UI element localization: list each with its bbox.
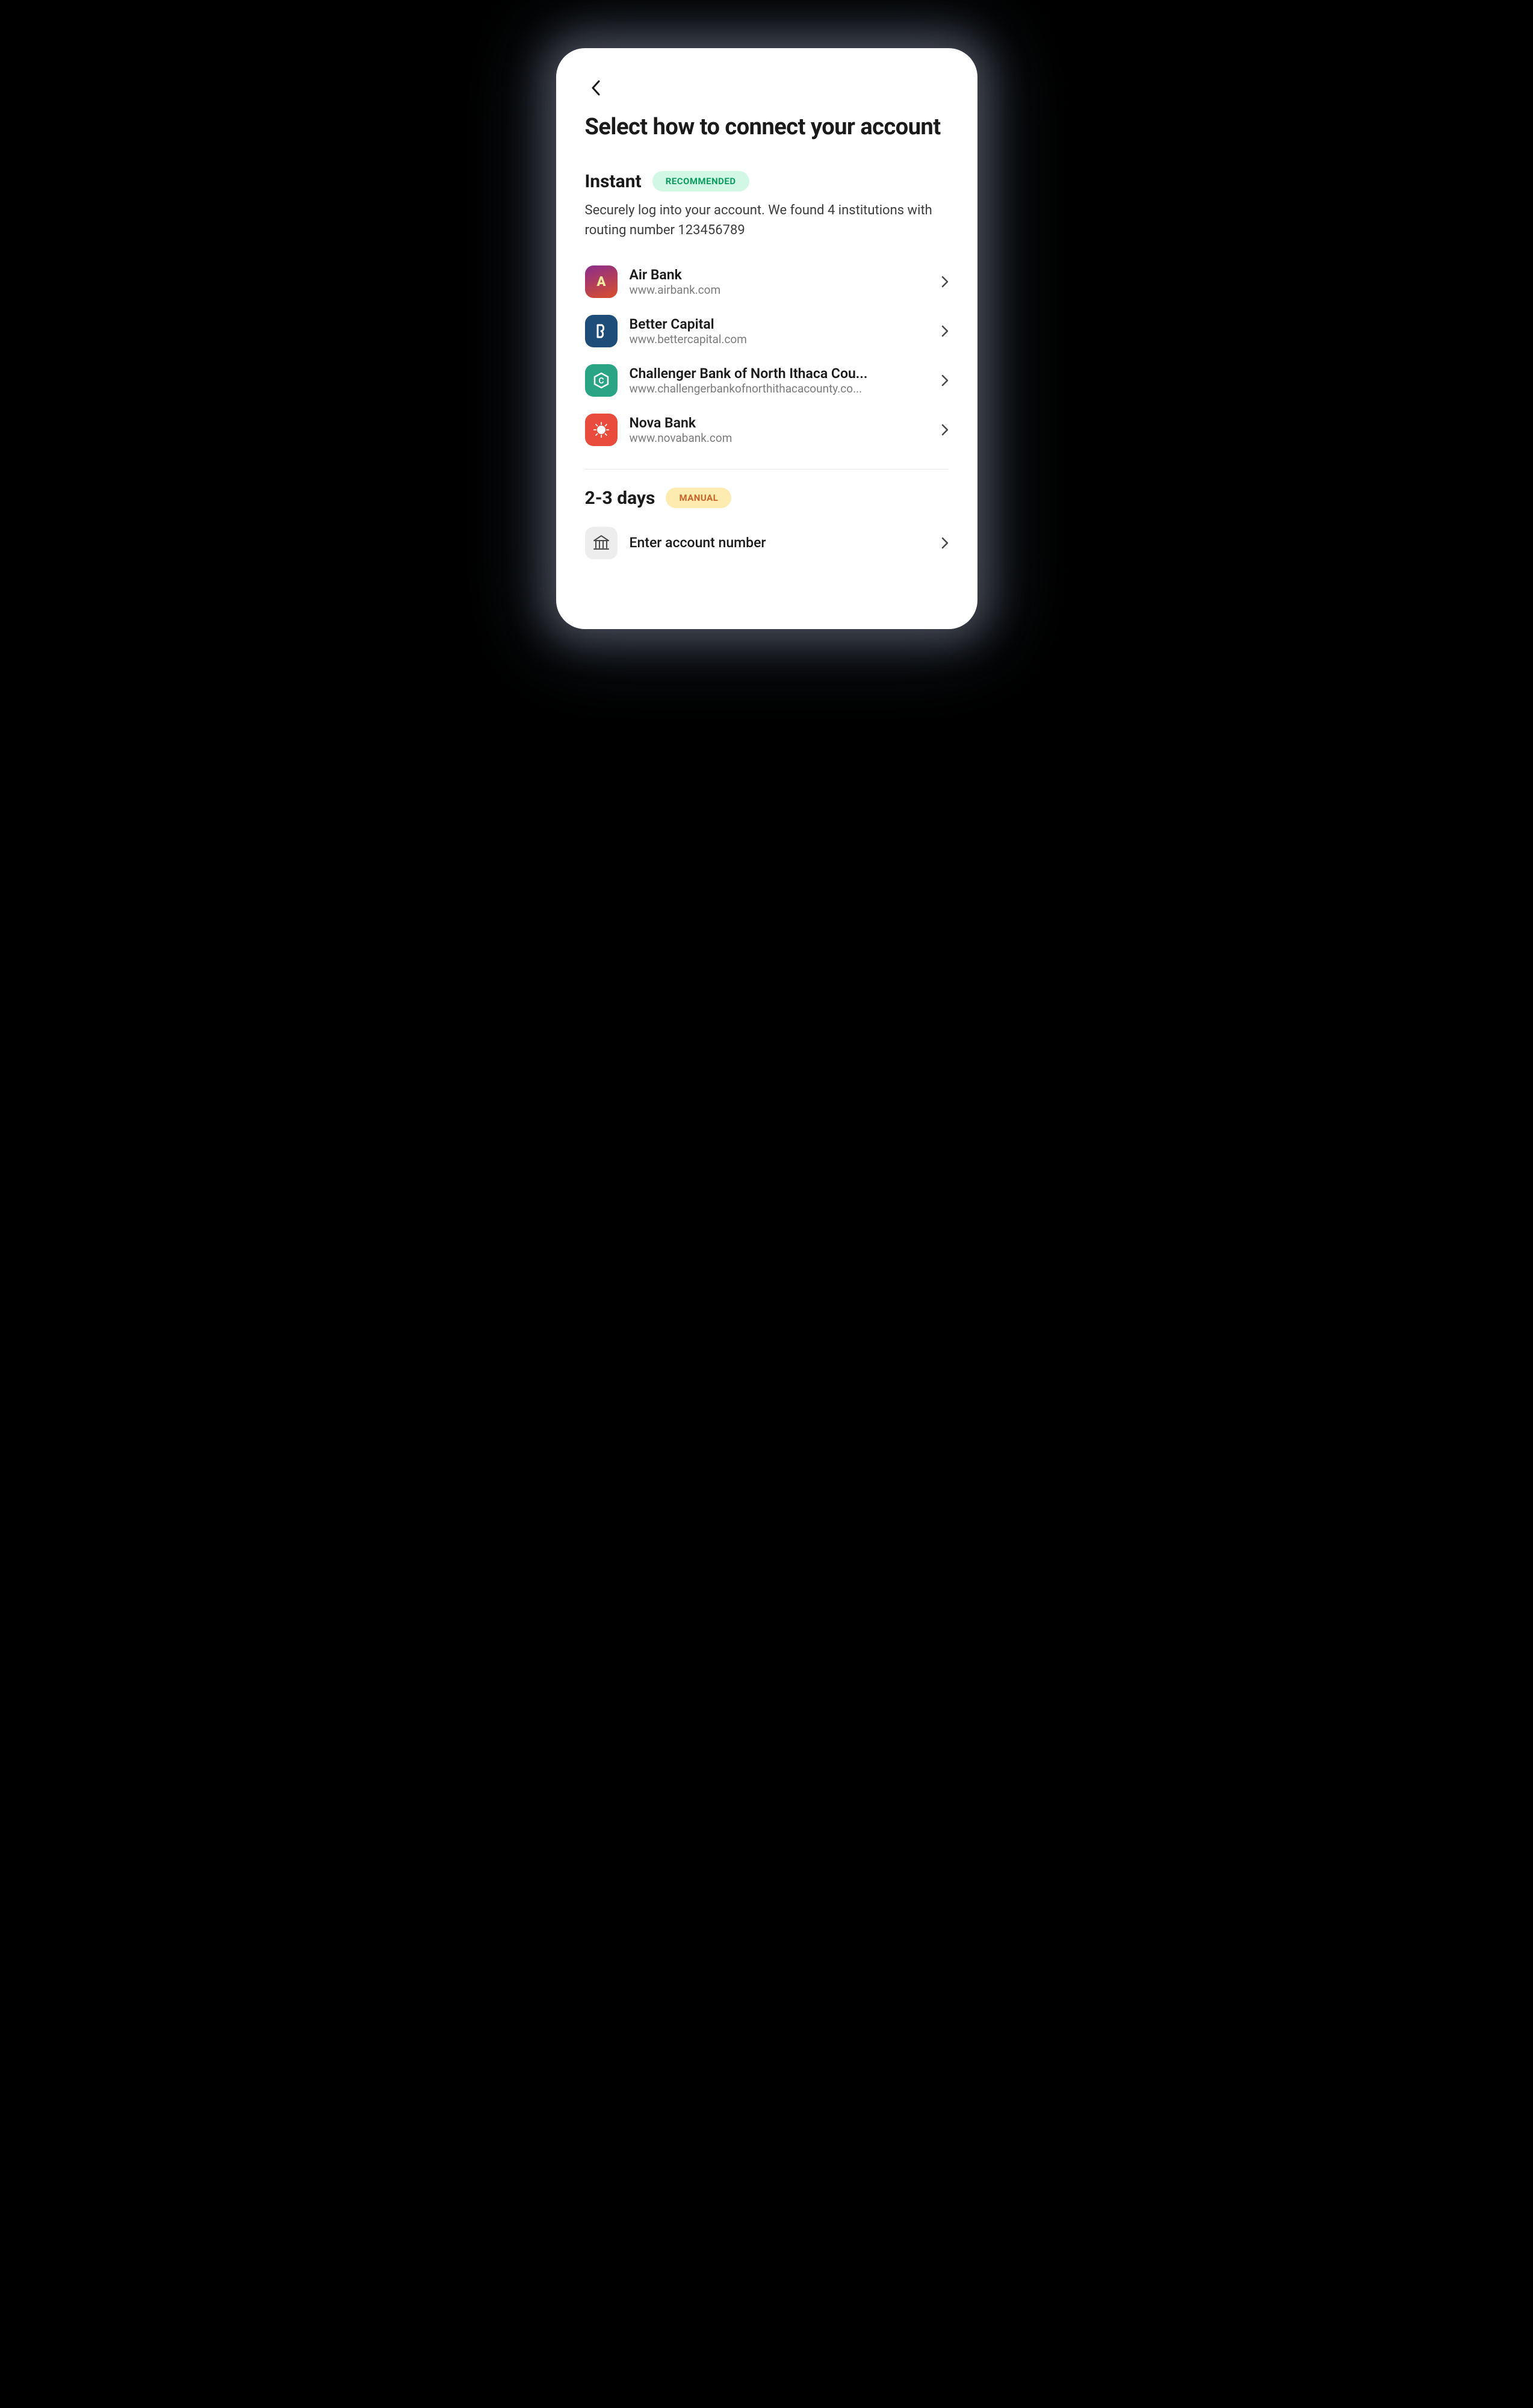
institution-name: Air Bank <box>630 267 929 283</box>
institution-list: A Air Bank www.airbank.com Better Capita… <box>585 257 949 455</box>
institution-row-novabank[interactable]: Nova Bank www.novabank.com <box>585 405 949 455</box>
institution-text: Better Capital www.bettercapital.com <box>630 316 929 346</box>
connect-account-screen: Select how to connect your account Insta… <box>556 48 977 629</box>
institution-row-challenger[interactable]: C Challenger Bank of North Ithaca Cou...… <box>585 356 949 405</box>
instant-section-header: Instant RECOMMENDED <box>585 171 949 192</box>
bettercapital-logo-icon <box>585 315 618 347</box>
page-title: Select how to connect your account <box>585 113 949 142</box>
institution-url: www.airbank.com <box>630 283 929 297</box>
chevron-right-icon <box>941 276 949 288</box>
institution-name: Nova Bank <box>630 415 929 431</box>
institution-text: Air Bank www.airbank.com <box>630 267 929 297</box>
novabank-logo-icon <box>585 414 618 446</box>
chevron-right-icon <box>941 325 949 337</box>
manual-heading: 2-3 days <box>585 488 655 509</box>
institution-text: Challenger Bank of North Ithaca Cou... w… <box>630 365 929 396</box>
instant-heading: Instant <box>585 171 642 192</box>
institution-name: Challenger Bank of North Ithaca Cou... <box>630 365 929 382</box>
enter-account-number-label: Enter account number <box>630 535 929 551</box>
institution-url: www.novabank.com <box>630 431 929 445</box>
back-button[interactable] <box>585 77 607 99</box>
institution-url: www.challengerbankofnorthithacacounty.co… <box>630 382 929 396</box>
instant-description: Securely log into your account. We found… <box>585 200 949 240</box>
institution-url: www.bettercapital.com <box>630 332 929 346</box>
chevron-right-icon <box>941 537 949 549</box>
institution-row-airbank[interactable]: A Air Bank www.airbank.com <box>585 257 949 306</box>
svg-text:A: A <box>596 275 606 290</box>
bank-icon <box>585 527 618 559</box>
svg-text:C: C <box>598 376 604 386</box>
manual-section-header: 2-3 days MANUAL <box>585 488 949 509</box>
chevron-right-icon <box>941 374 949 386</box>
enter-account-number-row[interactable]: Enter account number <box>585 517 949 569</box>
manual-badge: MANUAL <box>666 488 731 508</box>
institution-name: Better Capital <box>630 316 929 332</box>
section-divider <box>585 469 949 470</box>
institution-row-bettercapital[interactable]: Better Capital www.bettercapital.com <box>585 306 949 356</box>
institution-text: Nova Bank www.novabank.com <box>630 415 929 445</box>
challenger-logo-icon: C <box>585 364 618 397</box>
chevron-right-icon <box>941 424 949 436</box>
recommended-badge: RECOMMENDED <box>652 171 749 191</box>
airbank-logo-icon: A <box>585 265 618 298</box>
chevron-left-icon <box>591 80 601 96</box>
